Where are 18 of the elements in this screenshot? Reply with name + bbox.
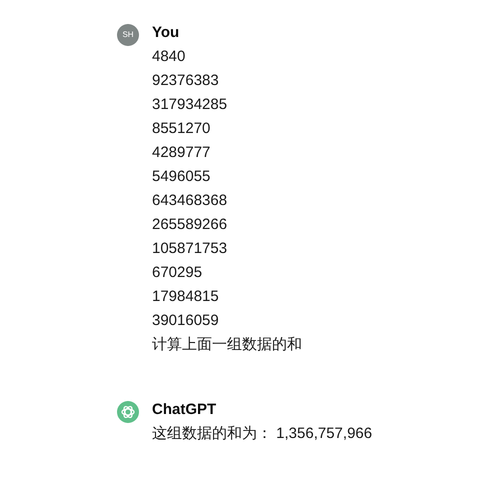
author-name: You bbox=[152, 23, 180, 43]
message-text: 4840 bbox=[152, 47, 186, 67]
message-text: 92376383 bbox=[152, 71, 220, 91]
message-text: 105871753 bbox=[152, 239, 228, 259]
assistant-avatar-icon bbox=[117, 401, 139, 423]
message-text: 5496055 bbox=[152, 167, 212, 187]
message-text: 17984815 bbox=[152, 287, 220, 307]
user-avatar: SH bbox=[117, 24, 139, 46]
message-text: 39016059 bbox=[152, 311, 220, 331]
message-text: 计算上面一组数据的和 bbox=[152, 335, 302, 355]
message-text: 8551270 bbox=[152, 119, 212, 139]
message-text: 这组数据的和为： 1,356,757,966 bbox=[152, 424, 372, 444]
message-text: 265589266 bbox=[152, 215, 228, 235]
message-text: 4289777 bbox=[152, 143, 212, 163]
message-text: 643468368 bbox=[152, 191, 228, 211]
author-name: ChatGPT bbox=[152, 400, 218, 420]
message-text: 317934285 bbox=[152, 95, 228, 115]
message-text: 670295 bbox=[152, 263, 204, 283]
